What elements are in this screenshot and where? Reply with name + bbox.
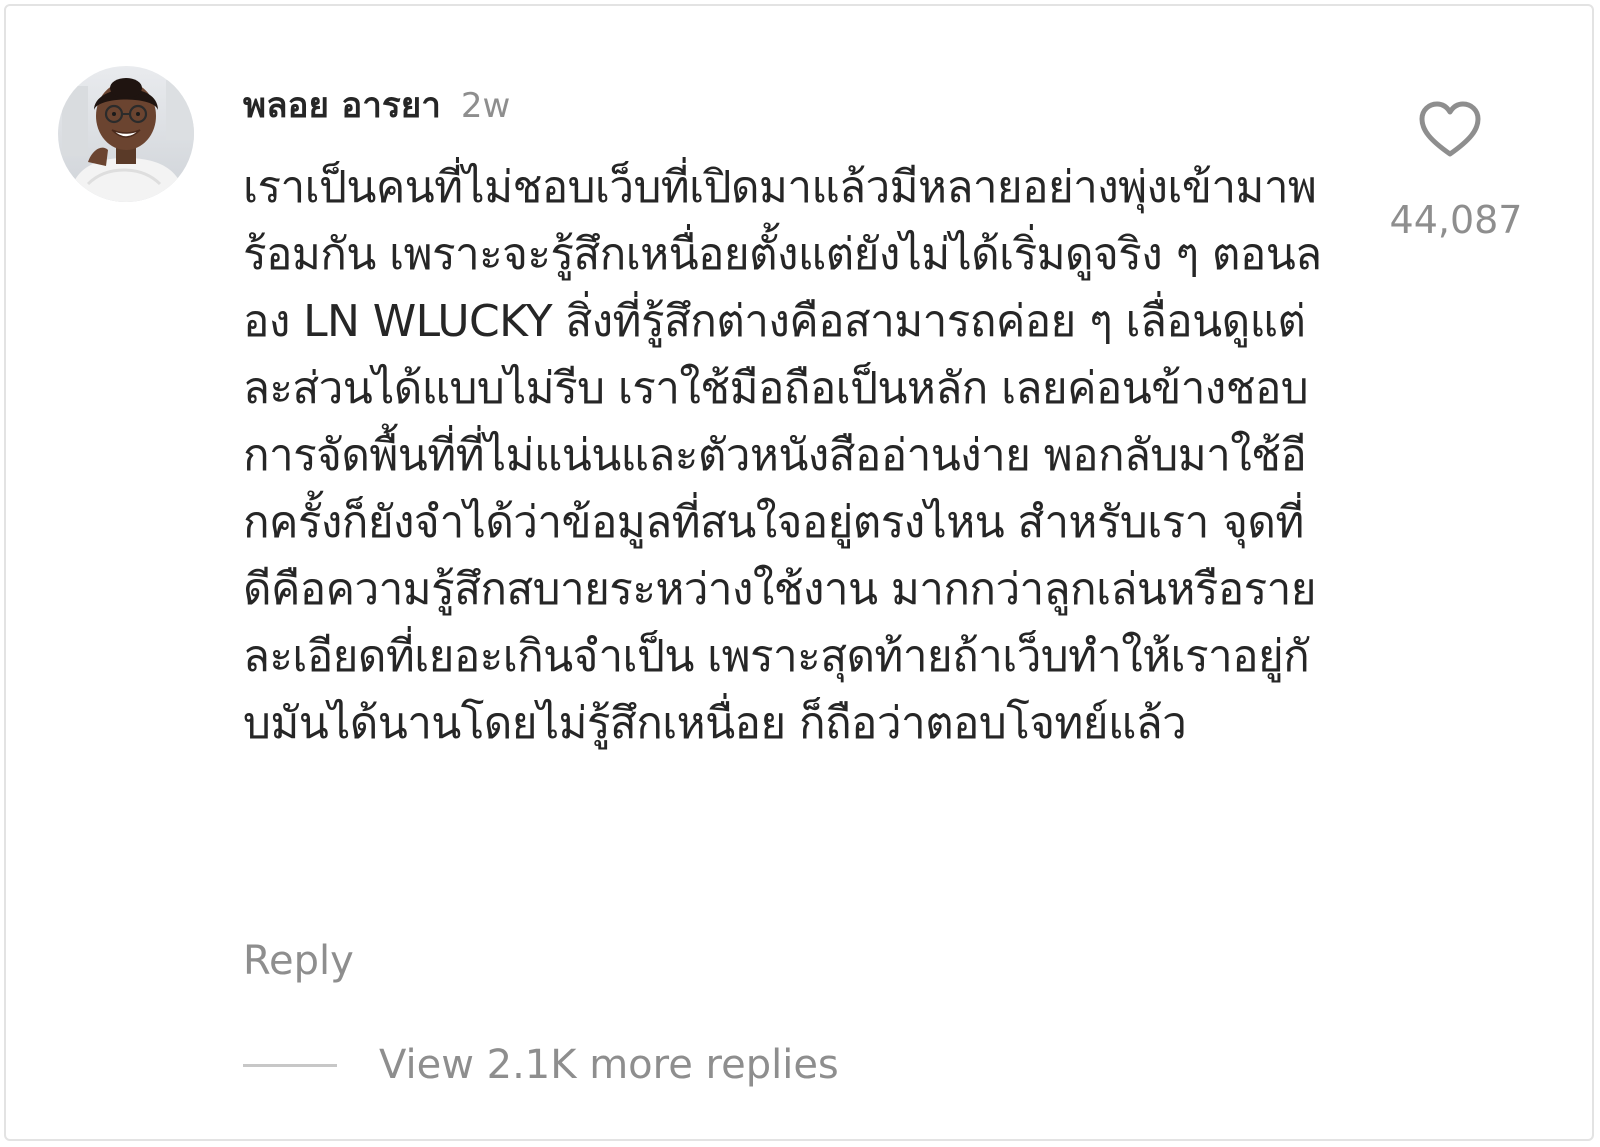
timestamp: 2w: [460, 86, 511, 126]
heart-outline-icon: [1419, 101, 1481, 157]
comment-header: พลอย อารยา 2w: [243, 78, 510, 128]
replies-divider-line: [243, 1063, 337, 1067]
like-button[interactable]: [1418, 100, 1482, 160]
avatar-image: [58, 66, 194, 202]
view-more-replies-label: View 2.1K more replies: [379, 1042, 839, 1088]
comment-card: พลอย อารยา 2w เราเป็นคนที่ไม่ชอบเว็บที่เ…: [4, 4, 1594, 1141]
view-more-replies-button[interactable]: View 2.1K more replies: [243, 1042, 839, 1088]
like-count: 44,087: [1389, 198, 1523, 242]
avatar[interactable]: [58, 66, 194, 202]
comment-text: เราเป็นคนที่ไม่ชอบเว็บที่เปิดมาแล้วมีหลา…: [243, 162, 1322, 749]
username[interactable]: พลอย อารยา: [243, 78, 441, 133]
reply-button[interactable]: Reply: [243, 938, 354, 984]
